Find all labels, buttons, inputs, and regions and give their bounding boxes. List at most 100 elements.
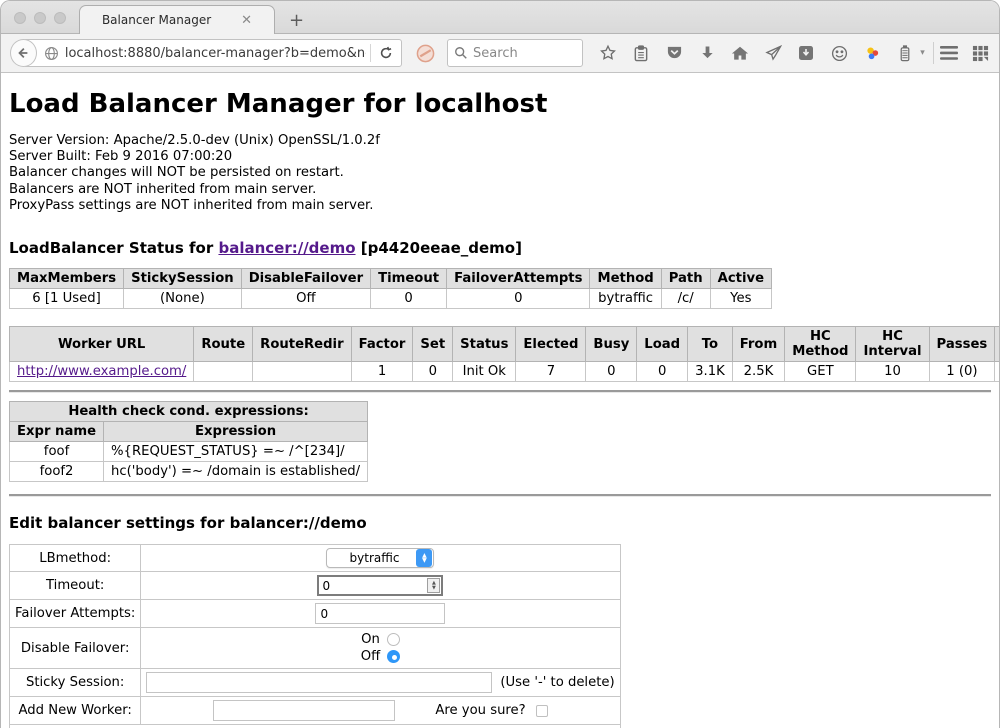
color-dots-icon <box>864 45 881 62</box>
reading-list-button[interactable] <box>631 43 651 63</box>
reload-button[interactable] <box>375 46 401 60</box>
table-row: http://www.example.com/ 1 0 Init Ok 7 0 … <box>10 362 1000 382</box>
persist-notice-line: Balancer changes will NOT be persisted o… <box>9 165 991 181</box>
are-you-sure-checkbox[interactable] <box>536 705 548 717</box>
smiley-icon <box>831 45 848 62</box>
sticky-session-input[interactable] <box>146 672 492 693</box>
url-text[interactable]: localhost:8880/balancer-manager?b=demo&n… <box>65 46 366 61</box>
table-title-row: Health check cond. expressions: <box>10 402 368 422</box>
adblock-disabled-button[interactable] <box>416 44 435 63</box>
table-header-row: Worker URL Route RouteRedir Factor Set S… <box>10 327 1000 362</box>
globe-icon <box>44 46 59 61</box>
battery-icon <box>899 45 911 62</box>
lbmethod-select[interactable]: bytraffic ▲▼ <box>326 548 434 568</box>
radio-off-label: Off <box>361 648 380 665</box>
send-button[interactable] <box>763 43 783 63</box>
bookmark-star-button[interactable] <box>598 43 618 63</box>
search-input[interactable] <box>473 46 573 61</box>
worker-table: Worker URL Route RouteRedir Factor Set S… <box>9 326 1000 382</box>
pocket-button[interactable] <box>664 43 684 63</box>
search-bar[interactable] <box>447 39 583 67</box>
caret-down-icon[interactable]: ▾ <box>920 48 925 58</box>
download-panel-button[interactable] <box>796 43 816 63</box>
panel-arrow-icon <box>798 45 814 61</box>
server-version-line: Server Version: Apache/2.5.0-dev (Unix) … <box>9 133 991 149</box>
tab-title: Balancer Manager <box>102 13 211 27</box>
tab-close-icon[interactable]: ✕ <box>241 13 252 28</box>
table-header-row: Expr name Expression <box>10 422 368 442</box>
toolbar-buttons: ▾ <box>598 43 925 63</box>
add-worker-label: Add New Worker: <box>10 697 141 725</box>
new-tab-button[interactable]: + <box>289 12 304 30</box>
inherit-notice-line: Balancers are NOT inherited from main se… <box>9 182 991 198</box>
section-divider <box>9 390 991 393</box>
table-header-row: MaxMembers StickySession DisableFailover… <box>10 269 772 289</box>
feedback-button[interactable] <box>829 43 849 63</box>
number-spinner-icon[interactable]: ▲▼ <box>427 578 440 593</box>
add-worker-row: Add New Worker: Are you sure? <box>10 697 621 725</box>
proxypass-notice-line: ProxyPass settings are NOT inherited fro… <box>9 198 991 214</box>
timeout-label: Timeout: <box>10 572 141 600</box>
navigation-toolbar: localhost:8880/balancer-manager?b=demo&n… <box>1 34 999 73</box>
battery-button[interactable] <box>895 43 915 63</box>
paper-plane-icon <box>765 45 782 61</box>
balancer-status-table: MaxMembers StickySession DisableFailover… <box>9 268 772 309</box>
are-you-sure-label: Are you sure? <box>435 703 525 718</box>
star-icon <box>599 44 617 62</box>
server-built-line: Server Built: Feb 9 2016 07:00:20 <box>9 149 991 165</box>
block-icon <box>416 44 435 63</box>
failover-attempts-input[interactable] <box>315 603 445 624</box>
timeout-row: Timeout: ▲▼ <box>10 572 621 600</box>
page-title: Load Balancer Manager for localhost <box>9 73 991 121</box>
select-stepper-icon: ▲▼ <box>416 549 432 567</box>
disable-failover-off-radio[interactable] <box>387 650 400 663</box>
download-arrow-icon <box>700 45 715 61</box>
table-row: foof2 hc('body') =~ /domain is establish… <box>10 462 368 482</box>
lbmethod-label: LBmethod: <box>10 545 141 572</box>
panel-grid-icon <box>972 45 989 62</box>
back-button[interactable] <box>10 39 37 67</box>
reload-icon <box>379 46 393 60</box>
page-content: Load Balancer Manager for localhost Serv… <box>1 73 999 728</box>
radio-on-label: On <box>361 631 380 648</box>
window-zoom-button[interactable] <box>54 12 66 24</box>
tab-bar: Balancer Manager ✕ + <box>1 1 999 34</box>
pocket-icon <box>666 45 683 61</box>
sticky-session-hint: (Use '-' to delete) <box>500 675 614 690</box>
section-divider <box>9 494 991 497</box>
balancer-link[interactable]: balancer://demo <box>218 239 355 257</box>
table-row: 6 [1 Used] (None) Off 0 0 bytraffic /c/ … <box>10 289 772 309</box>
hamburger-menu-icon <box>940 46 958 60</box>
health-check-table: Health check cond. expressions: Expr nam… <box>9 401 368 482</box>
failover-attempts-label: Failover Attempts: <box>10 600 141 628</box>
search-icon <box>454 46 468 60</box>
back-icon <box>16 46 30 60</box>
table-row: foof %{REQUEST_STATUS} =~ /^[234]/ <box>10 442 368 462</box>
extension-colors-button[interactable] <box>862 43 882 63</box>
browser-tab[interactable]: Balancer Manager ✕ <box>79 5 275 34</box>
add-worker-input[interactable] <box>213 700 395 721</box>
panel-grid-button[interactable] <box>971 43 990 63</box>
edit-balancer-form: LBmethod: bytraffic ▲▼ Timeout: <box>9 544 621 728</box>
timeout-input[interactable] <box>317 575 443 596</box>
sticky-session-label: Sticky Session: <box>10 669 141 697</box>
window-controls[interactable] <box>14 12 66 24</box>
worker-url-link[interactable]: http://www.example.com/ <box>17 364 186 379</box>
clipboard-icon <box>633 45 649 62</box>
browser-window: Balancer Manager ✕ + localhost:8880/bala… <box>0 0 1000 728</box>
downloads-button[interactable] <box>697 43 717 63</box>
hamburger-menu-button[interactable] <box>940 43 959 63</box>
disable-failover-label: Disable Failover: <box>10 628 141 669</box>
home-button[interactable] <box>730 43 750 63</box>
disable-failover-row: Disable Failover: On Off <box>10 628 621 669</box>
lbmethod-row: LBmethod: bytraffic ▲▼ <box>10 545 621 572</box>
server-info: Server Version: Apache/2.5.0-dev (Unix) … <box>9 133 991 214</box>
window-minimize-button[interactable] <box>34 12 46 24</box>
home-icon <box>731 45 749 61</box>
sticky-session-row: Sticky Session: (Use '-' to delete) <box>10 669 621 697</box>
url-bar[interactable]: localhost:8880/balancer-manager?b=demo&n… <box>23 39 402 67</box>
edit-settings-heading: Edit balancer settings for balancer://de… <box>9 514 991 532</box>
submit-row: Submit <box>10 725 621 728</box>
window-close-button[interactable] <box>14 12 26 24</box>
disable-failover-on-radio[interactable] <box>387 633 400 646</box>
